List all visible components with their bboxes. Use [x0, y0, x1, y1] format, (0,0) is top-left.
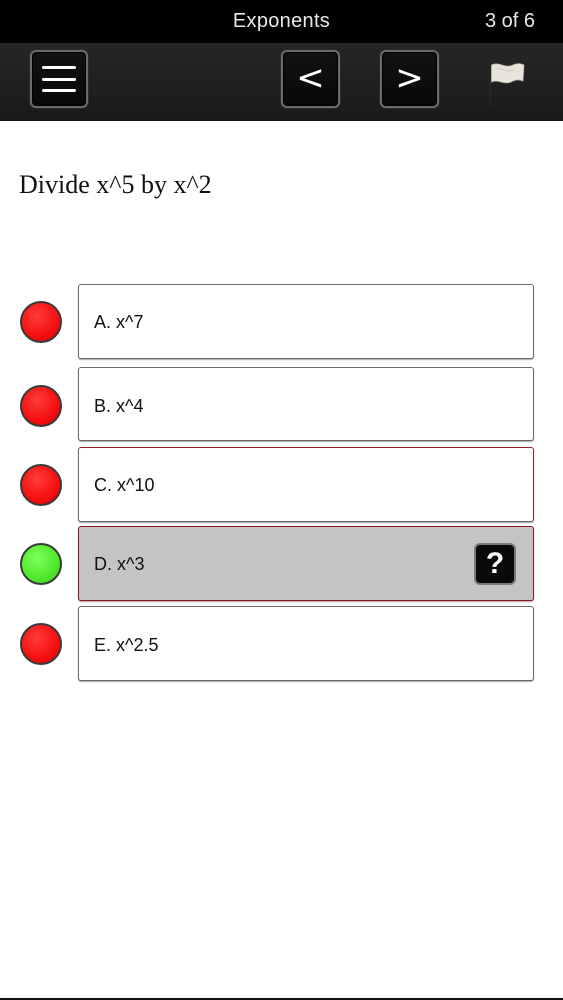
flag-icon[interactable]: [486, 60, 526, 108]
quiz-title: Exponents: [232, 10, 331, 32]
chevron-left-icon: <: [296, 58, 325, 98]
answer-option-c: C. x^10: [0, 447, 563, 523]
answer-label: C. x^10: [94, 475, 155, 495]
explanation-help-button[interactable]: ?: [474, 543, 516, 585]
answer-button-b[interactable]: B. x^4: [78, 367, 534, 441]
answer-option-b: B. x^4: [0, 367, 563, 443]
answer-button-e[interactable]: E. x^2.5: [78, 606, 534, 681]
answer-indicator-correct[interactable]: [20, 543, 62, 585]
chevron-right-icon: >: [395, 58, 424, 98]
menu-button[interactable]: [30, 50, 88, 108]
hamburger-menu-icon: [42, 66, 76, 92]
answer-indicator-incorrect[interactable]: [20, 464, 62, 506]
answer-button-c[interactable]: C. x^10: [78, 447, 534, 522]
question-text: Divide x^5 by x^2: [19, 170, 212, 199]
answer-option-e: E. x^2.5: [0, 606, 563, 682]
toolbar: < >: [0, 43, 563, 121]
answer-option-a: A. x^7: [0, 284, 563, 360]
answer-button-a[interactable]: A. x^7: [78, 284, 534, 359]
answer-indicator-incorrect[interactable]: [20, 385, 62, 427]
answer-indicator-incorrect[interactable]: [20, 301, 62, 343]
question-mark-icon: ?: [485, 547, 505, 580]
answer-indicator-incorrect[interactable]: [20, 623, 62, 665]
answer-label: A. x^7: [94, 312, 144, 332]
next-question-button[interactable]: >: [380, 50, 439, 108]
status-bar: Exponents 3 of 6: [0, 0, 563, 43]
answer-label: B. x^4: [94, 396, 144, 416]
answer-option-d: D. x^3 ?: [0, 526, 563, 602]
answer-label: E. x^2.5: [94, 635, 159, 655]
answer-button-d[interactable]: D. x^3 ?: [78, 526, 534, 601]
answer-label: D. x^3: [94, 554, 145, 574]
previous-question-button[interactable]: <: [281, 50, 340, 108]
question-progress: 3 of 6: [484, 10, 535, 32]
